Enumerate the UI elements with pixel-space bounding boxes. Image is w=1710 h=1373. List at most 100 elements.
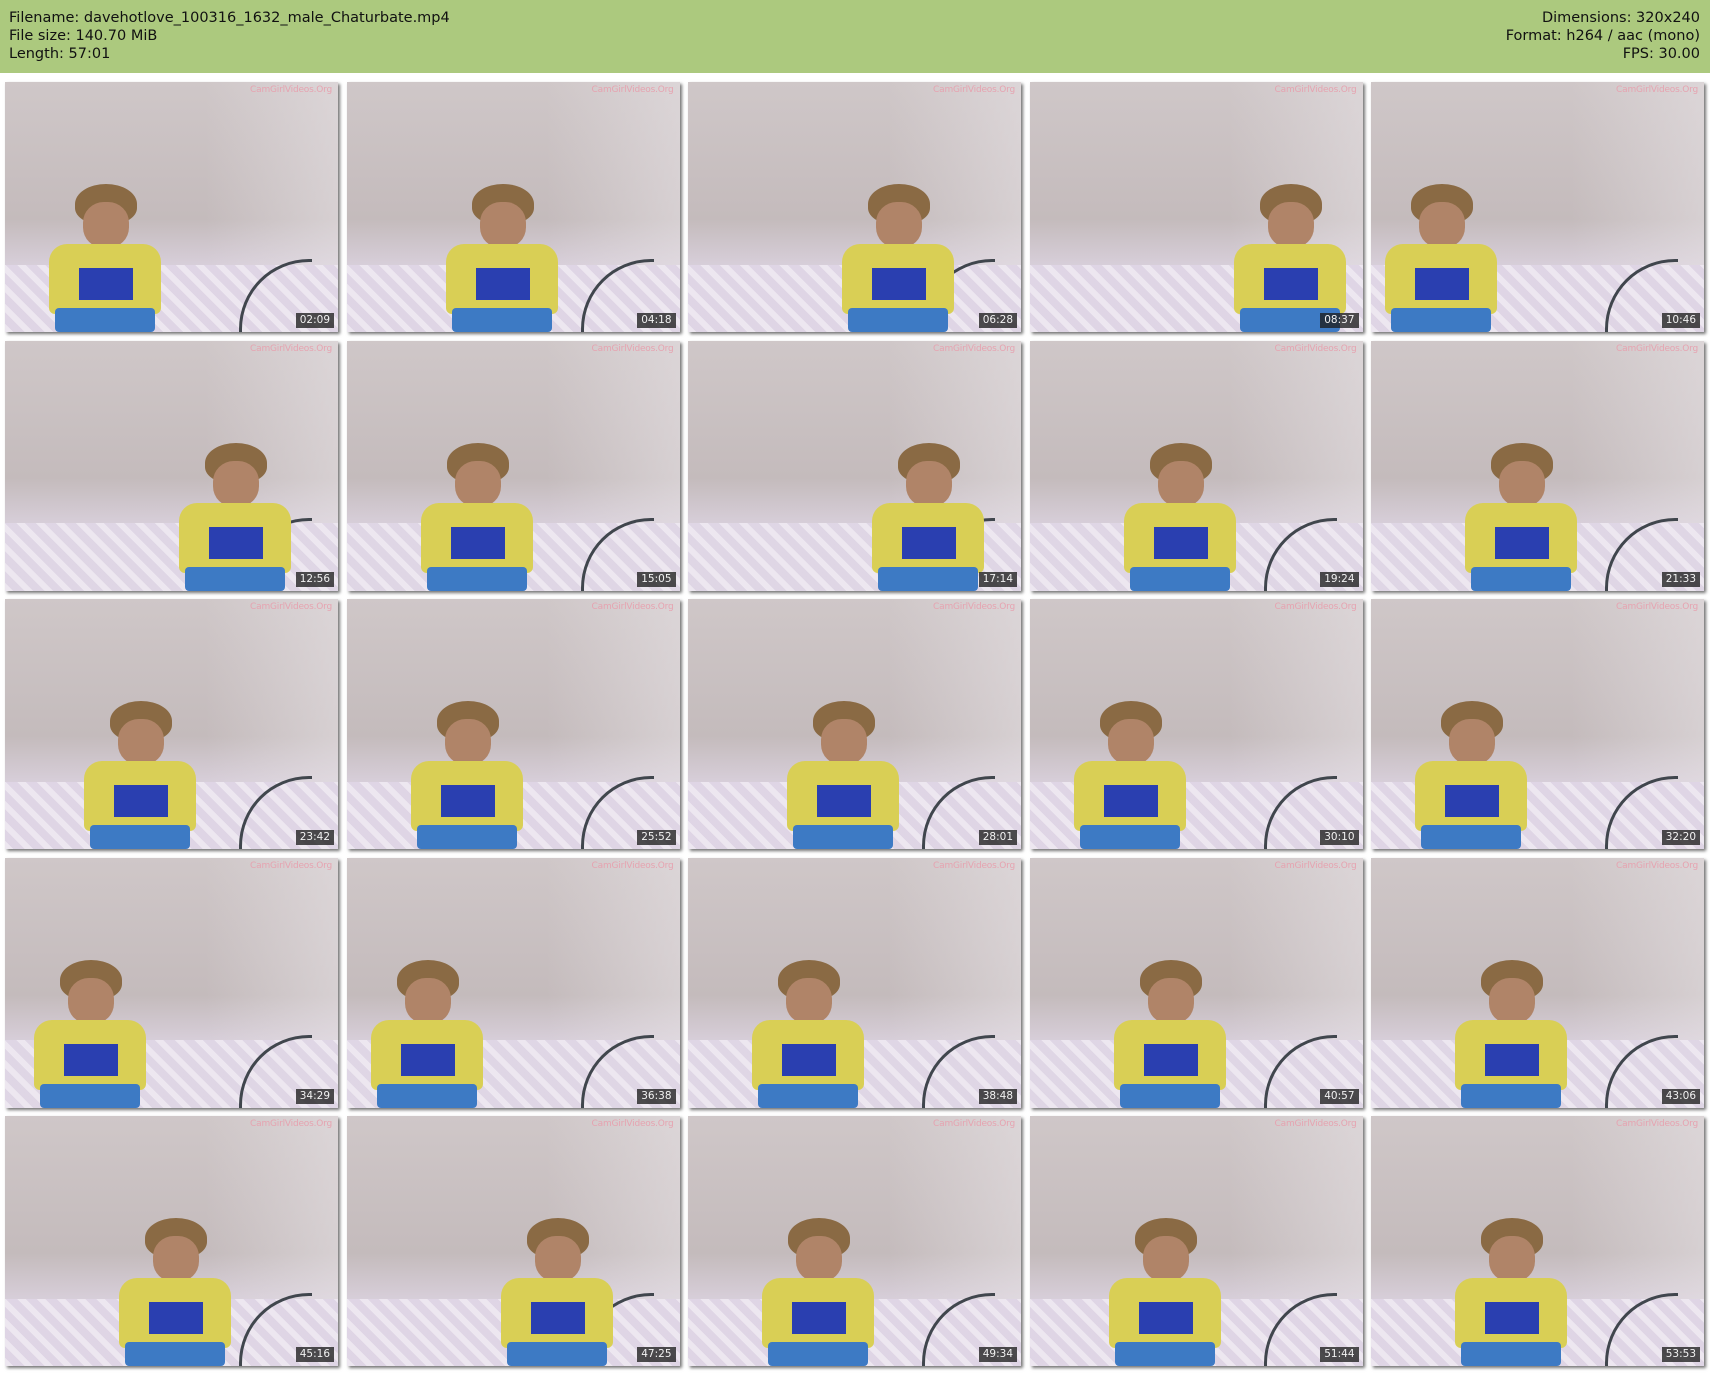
person-figure [758,1196,878,1366]
figure-face [796,1236,842,1282]
watermark-text: CamGirlVideos.Org [933,1119,1015,1129]
watermark-text: CamGirlVideos.Org [591,343,674,354]
person-figure [1070,679,1190,849]
figure-logo [1415,268,1469,300]
figure-face [534,1236,581,1282]
figure-face [786,977,832,1024]
watermark-text: CamGirlVideos.Org [1616,85,1698,95]
video-thumbnail[interactable]: CamGirlVideos.Org 04:18 [346,82,680,332]
watermark-text: CamGirlVideos.Org [1616,860,1698,871]
watermark-text: CamGirlVideos.Org [1274,85,1357,95]
video-thumbnail[interactable]: CamGirlVideos.Org 15:05 [346,340,680,591]
figure-logo [1485,1302,1539,1334]
timestamp-label: 45:16 [295,1347,334,1362]
figure-shorts [451,308,552,332]
video-thumbnail[interactable]: CamGirlVideos.Org 25:52 [346,599,680,849]
figure-face [479,202,526,248]
figure-shorts [416,825,517,849]
video-thumbnail[interactable]: CamGirlVideos.Org 43:06 [1371,857,1704,1108]
figure-logo [530,1302,585,1334]
figure-face [454,460,501,507]
video-thumbnail[interactable]: CamGirlVideos.Org 45:16 [5,1116,338,1366]
figure-face [1419,202,1465,248]
info-header: Filename: davehotlove_100316_1632_male_C… [0,0,1710,73]
video-thumbnail[interactable]: CamGirlVideos.Org 34:29 [5,857,338,1108]
figure-face [1489,977,1535,1024]
figure-face [1142,1236,1189,1282]
timestamp-label: 17:14 [978,571,1017,587]
video-thumbnail[interactable]: CamGirlVideos.Org 17:14 [688,340,1021,591]
video-thumbnail[interactable]: CamGirlVideos.Org 53:53 [1371,1116,1704,1366]
watermark-text: CamGirlVideos.Org [250,602,332,612]
figure-shorts [1391,308,1491,332]
figure-face [906,460,952,507]
figure-logo [114,785,168,817]
figure-logo [149,1302,203,1334]
figure-logo [1445,785,1499,817]
wall-shading [1229,340,1363,528]
timestamp-label: 34:29 [295,1088,334,1104]
person-figure [838,162,958,332]
video-thumbnail[interactable]: CamGirlVideos.Org 21:33 [1371,340,1704,591]
video-thumbnail[interactable]: CamGirlVideos.Org 51:44 [1029,1116,1363,1366]
figure-shorts [1461,1342,1561,1366]
figure-shorts [376,1083,477,1108]
video-thumbnail[interactable]: CamGirlVideos.Org 32:20 [1371,599,1704,849]
figure-logo [440,785,495,817]
length-text: Length: 57:01 [9,46,111,62]
timestamp-label: 32:20 [1661,830,1700,845]
figure-face [153,1236,199,1282]
watermark-text: CamGirlVideos.Org [250,860,332,871]
wall-shading [546,340,680,528]
wall-shading [546,857,680,1045]
dimensions-text: Dimensions: 320x240 [1541,10,1700,26]
file-info: Filename: davehotlove_100316_1632_male_C… [9,9,450,63]
figure-logo [475,268,530,300]
video-thumbnail[interactable]: CamGirlVideos.Org 08:37 [1029,82,1363,332]
figure-shorts [1421,825,1521,849]
video-thumbnail[interactable]: CamGirlVideos.Org 02:09 [5,82,338,332]
video-thumbnail[interactable]: CamGirlVideos.Org 40:57 [1029,857,1363,1108]
figure-face [404,977,451,1024]
figure-face [1267,202,1314,248]
wall-shading [546,599,680,787]
wall-shading [1229,857,1363,1045]
video-thumbnail[interactable]: CamGirlVideos.Org 10:46 [1371,82,1704,332]
timestamp-label: 19:24 [1320,571,1359,587]
wall-shading [1570,857,1704,1045]
figure-shorts [40,1083,140,1108]
timestamp-label: 47:25 [637,1347,676,1362]
figure-face [1449,719,1495,765]
video-thumbnail[interactable]: CamGirlVideos.Org 19:24 [1029,340,1363,591]
wall-shading [204,599,338,787]
figure-shorts [1129,566,1230,591]
video-thumbnail[interactable]: CamGirlVideos.Org 06:28 [688,82,1021,332]
video-thumbnail[interactable]: CamGirlVideos.Org 38:48 [688,857,1021,1108]
figure-face [444,719,491,765]
person-figure [497,1196,617,1366]
figure-shorts [1461,1083,1561,1108]
figure-logo [782,1043,836,1076]
video-thumbnail[interactable]: CamGirlVideos.Org 28:01 [688,599,1021,849]
figure-shorts [506,1342,607,1366]
watermark-text: CamGirlVideos.Org [591,1119,674,1129]
person-figure [30,938,150,1108]
timestamp-label: 40:57 [1320,1088,1359,1104]
figure-shorts [55,308,155,332]
person-figure [1451,1196,1571,1366]
figure-face [1499,460,1545,507]
figure-shorts [125,1342,225,1366]
figure-shorts [1079,825,1180,849]
wall-shading [887,1116,1021,1304]
video-thumbnail[interactable]: CamGirlVideos.Org 12:56 [5,340,338,591]
watermark-text: CamGirlVideos.Org [1616,343,1698,354]
person-figure [748,938,868,1108]
video-thumbnail[interactable]: CamGirlVideos.Org 23:42 [5,599,338,849]
video-thumbnail[interactable]: CamGirlVideos.Org 47:25 [346,1116,680,1366]
video-thumbnail[interactable]: CamGirlVideos.Org 30:10 [1029,599,1363,849]
figure-shorts [848,308,948,332]
video-thumbnail[interactable]: CamGirlVideos.Org 49:34 [688,1116,1021,1366]
watermark-text: CamGirlVideos.Org [1274,602,1357,612]
video-thumbnail[interactable]: CamGirlVideos.Org 36:38 [346,857,680,1108]
watermark-text: CamGirlVideos.Org [933,343,1015,354]
